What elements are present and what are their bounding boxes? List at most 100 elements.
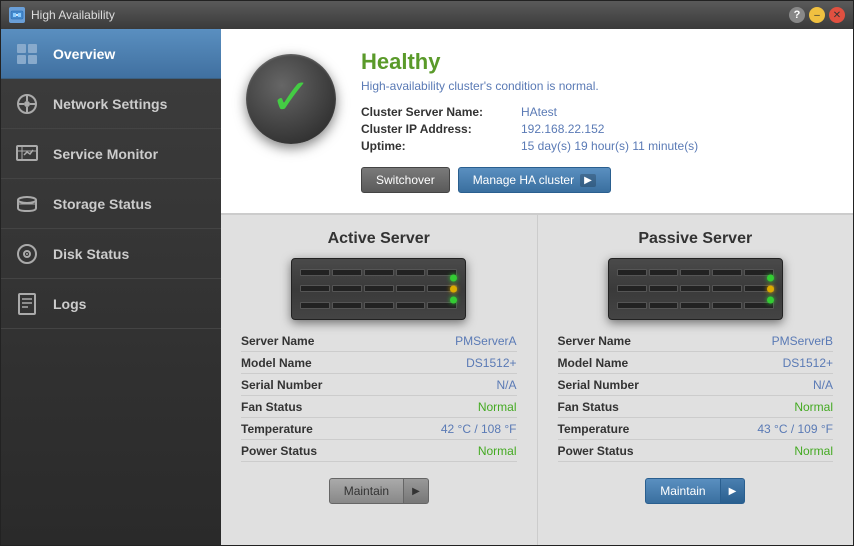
passive-serial-label: Serial Number xyxy=(558,378,639,392)
active-fan-row: Fan Status Normal xyxy=(241,400,517,418)
cluster-name-value: HAtest xyxy=(521,105,557,119)
cluster-info-table: Cluster Server Name: HAtest Cluster IP A… xyxy=(361,105,823,153)
sidebar-label-network: Network Settings xyxy=(53,96,167,112)
rack-slot xyxy=(364,302,394,309)
close-button[interactable]: ✕ xyxy=(829,7,845,23)
uptime-label: Uptime: xyxy=(361,139,521,153)
rack-slot xyxy=(364,269,394,276)
passive-server-image xyxy=(608,258,783,320)
status-info: Healthy High-availability cluster's cond… xyxy=(361,49,823,193)
passive-server-title: Passive Server xyxy=(638,230,752,248)
app-icon xyxy=(9,7,25,23)
rack-slot xyxy=(332,269,362,276)
passive-model-value: DS1512+ xyxy=(783,356,833,370)
main-layout: Overview Network Settings xyxy=(1,29,853,545)
active-server-details: Server Name PMServerA Model Name DS1512+… xyxy=(241,334,517,466)
switchover-button[interactable]: Switchover xyxy=(361,167,450,193)
passive-name-row: Server Name PMServerB xyxy=(558,334,834,352)
network-settings-icon xyxy=(13,90,41,118)
passive-maintain-button[interactable]: Maintain xyxy=(645,478,720,504)
status-icon-area: ✓ xyxy=(241,49,341,149)
rack-slot xyxy=(712,302,742,309)
sidebar-item-storage-status[interactable]: Storage Status xyxy=(1,179,221,229)
disk-status-icon xyxy=(13,240,41,268)
passive-maintain-btn-wrap: Maintain ▶ xyxy=(645,478,745,504)
active-model-row: Model Name DS1512+ xyxy=(241,356,517,374)
active-serial-label: Serial Number xyxy=(241,378,322,392)
passive-model-label: Model Name xyxy=(558,356,629,370)
cluster-name-row: Cluster Server Name: HAtest xyxy=(361,105,823,119)
cluster-ip-label: Cluster IP Address: xyxy=(361,122,521,136)
passive-name-value: PMServerB xyxy=(772,334,833,348)
window-title: High Availability xyxy=(31,8,789,22)
checkmark-icon: ✓ xyxy=(270,72,312,122)
rack-slot xyxy=(712,269,742,276)
active-power-value: Normal xyxy=(478,444,517,458)
led-green-2 xyxy=(450,297,457,304)
cluster-ip-row: Cluster IP Address: 192.168.22.152 xyxy=(361,122,823,136)
window-controls: ? – ✕ xyxy=(789,7,845,23)
sidebar-item-network-settings[interactable]: Network Settings xyxy=(1,79,221,129)
passive-maintain-arrow-button[interactable]: ▶ xyxy=(721,478,746,504)
passive-power-value: Normal xyxy=(794,444,833,458)
rack-slot xyxy=(300,285,330,292)
active-name-label: Server Name xyxy=(241,334,314,348)
passive-temp-row: Temperature 43 °C / 109 °F xyxy=(558,422,834,440)
active-fan-value: Normal xyxy=(478,400,517,414)
active-name-row: Server Name PMServerA xyxy=(241,334,517,352)
active-maintain-button[interactable]: Maintain xyxy=(329,478,404,504)
passive-power-row: Power Status Normal xyxy=(558,444,834,462)
active-serial-row: Serial Number N/A xyxy=(241,378,517,396)
active-power-row: Power Status Normal xyxy=(241,444,517,462)
logs-icon xyxy=(13,290,41,318)
sidebar-label-disk: Disk Status xyxy=(53,246,129,262)
passive-temp-value: 43 °C / 109 °F xyxy=(757,422,833,436)
servers-panel: Active Server xyxy=(221,215,853,545)
led-green-2 xyxy=(767,297,774,304)
active-maintain-btn-wrap: Maintain ▶ xyxy=(329,478,429,504)
active-temp-value: 42 °C / 108 °F xyxy=(441,422,517,436)
rack-slot xyxy=(617,269,647,276)
rack-slot xyxy=(649,285,679,292)
rack-slot xyxy=(396,285,426,292)
led-green xyxy=(450,275,457,282)
health-description: High-availability cluster's condition is… xyxy=(361,79,823,93)
passive-temp-label: Temperature xyxy=(558,422,630,436)
sidebar-item-logs[interactable]: Logs xyxy=(1,279,221,329)
passive-serial-row: Serial Number N/A xyxy=(558,378,834,396)
active-server-title: Active Server xyxy=(328,230,430,248)
rack-slot xyxy=(300,302,330,309)
manage-ha-button[interactable]: Manage HA cluster ▶ xyxy=(458,167,611,193)
sidebar-label-logs: Logs xyxy=(53,296,86,312)
minimize-button[interactable]: – xyxy=(809,7,825,23)
active-server-image xyxy=(291,258,466,320)
sidebar-item-disk-status[interactable]: Disk Status xyxy=(1,229,221,279)
cluster-ip-value: 192.168.22.152 xyxy=(521,122,604,136)
rack-slot xyxy=(396,269,426,276)
active-serial-value: N/A xyxy=(496,378,516,392)
rack-slot xyxy=(649,269,679,276)
rack-slot xyxy=(617,302,647,309)
active-maintain-arrow-button[interactable]: ▶ xyxy=(404,478,429,504)
main-window: High Availability ? – ✕ Overview xyxy=(0,0,854,546)
manage-ha-arrow-icon: ▶ xyxy=(580,174,596,187)
health-status-label: Healthy xyxy=(361,49,823,75)
sidebar-item-service-monitor[interactable]: Service Monitor xyxy=(1,129,221,179)
help-button[interactable]: ? xyxy=(789,7,805,23)
rack-slot xyxy=(680,285,710,292)
storage-status-icon xyxy=(13,190,41,218)
rack-slot xyxy=(364,285,394,292)
overview-icon xyxy=(13,40,41,68)
sidebar-item-overview[interactable]: Overview xyxy=(1,29,221,79)
sidebar-label-overview: Overview xyxy=(53,46,115,62)
content-area: ✓ Healthy High-availability cluster's co… xyxy=(221,29,853,545)
passive-model-row: Model Name DS1512+ xyxy=(558,356,834,374)
rack-slot xyxy=(396,302,426,309)
titlebar: High Availability ? – ✕ xyxy=(1,1,853,29)
status-panel: ✓ Healthy High-availability cluster's co… xyxy=(221,29,853,215)
active-server-leds xyxy=(450,275,457,304)
rack-slot xyxy=(680,269,710,276)
passive-serial-value: N/A xyxy=(813,378,833,392)
action-buttons: Switchover Manage HA cluster ▶ xyxy=(361,167,823,193)
service-monitor-icon xyxy=(13,140,41,168)
